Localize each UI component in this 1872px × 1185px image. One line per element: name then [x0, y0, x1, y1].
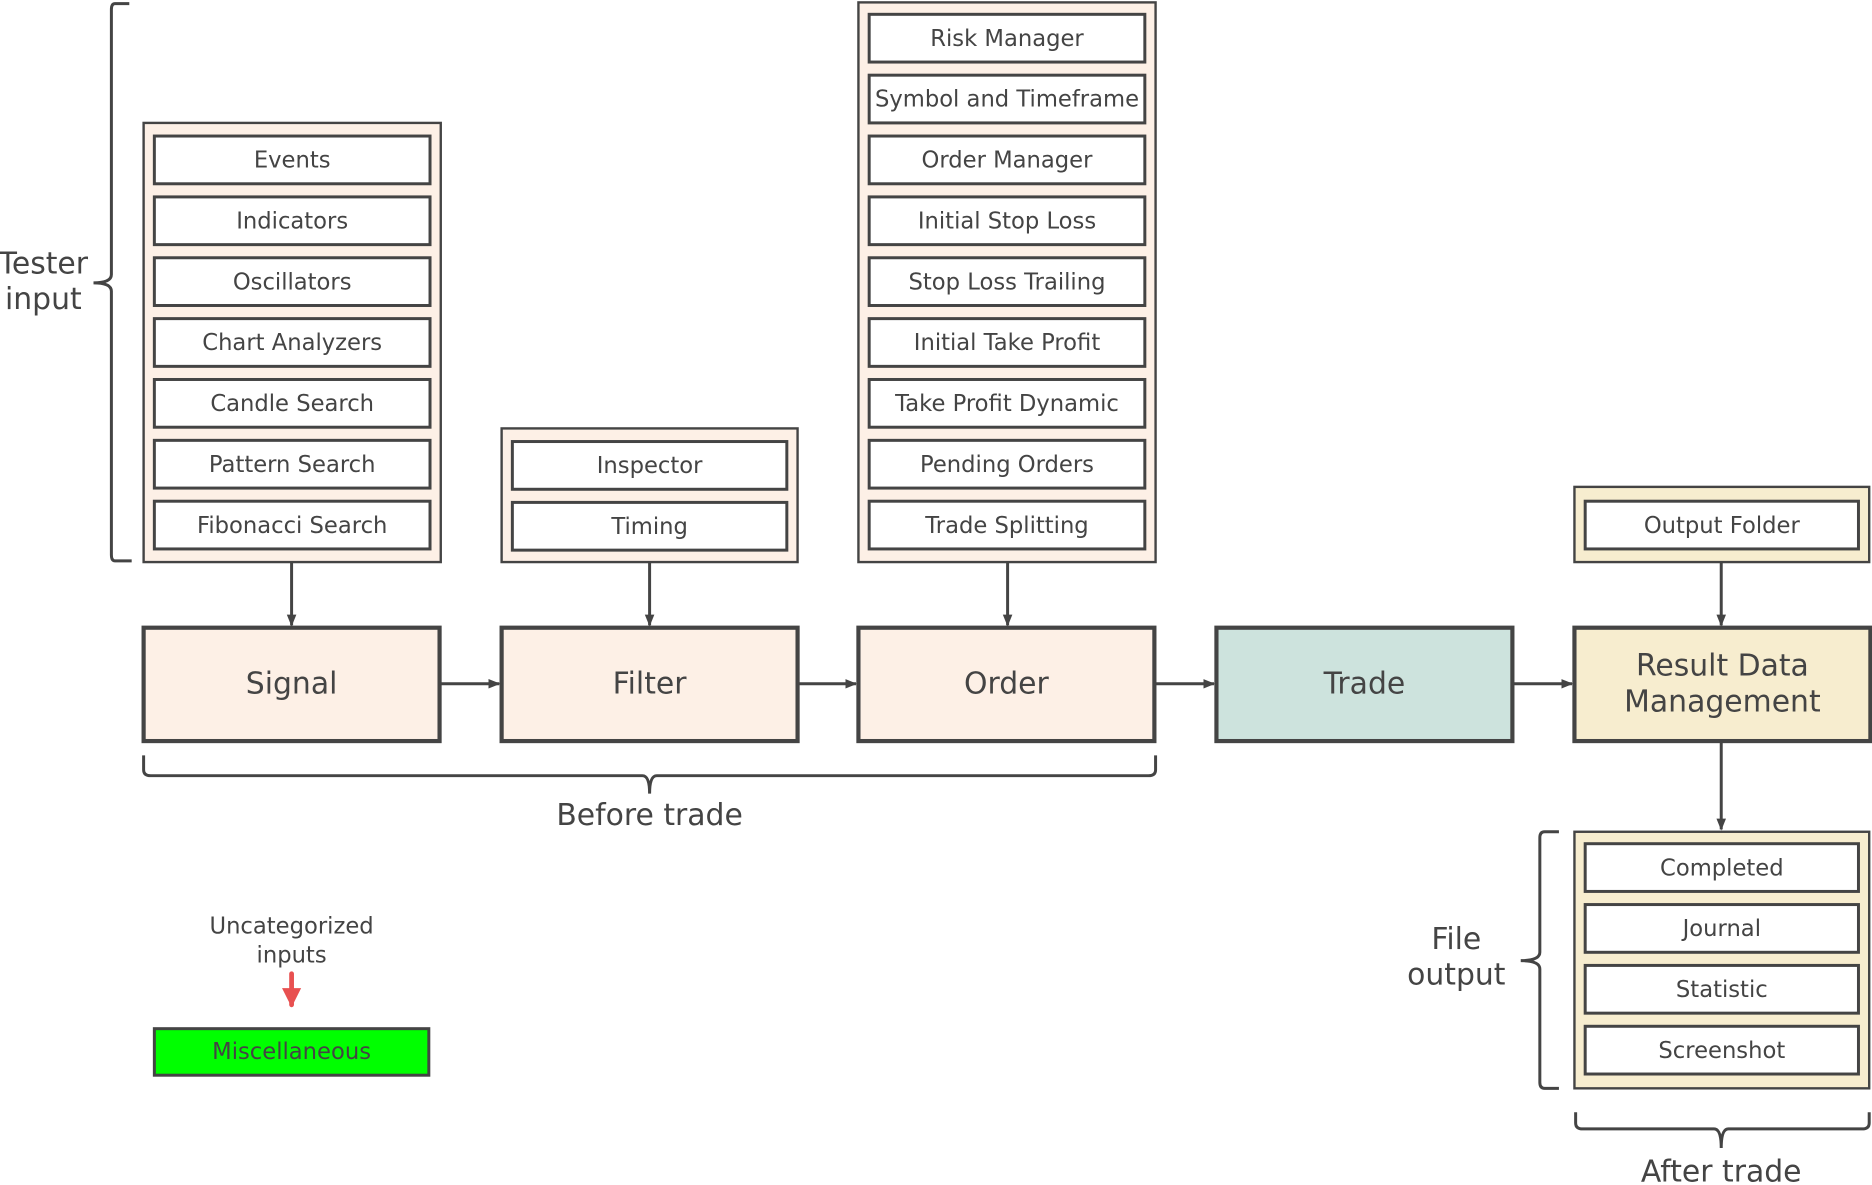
order-inputs-item-label: Take Profit Dynamic: [894, 391, 1119, 417]
order-inputs-item-label: Trade Splitting: [924, 513, 1088, 539]
before-trade-brace: [142, 755, 1158, 794]
signal-inputs-item-label: Indicators: [236, 208, 348, 234]
order-inputs-item-label: Stop Loss Trailing: [909, 269, 1106, 295]
before-trade-label: Before trade: [556, 798, 743, 833]
file-output-brace: [1520, 830, 1559, 1090]
order-inputs-item-label: Risk Manager: [930, 26, 1084, 52]
result-data-management-stage-label: Result Data: [1636, 649, 1809, 684]
order-inputs-item-label: Pending Orders: [920, 452, 1094, 478]
result-data-management-stage-label: Management: [1624, 684, 1821, 719]
signal-stage-label: Signal: [246, 666, 338, 701]
signal-inputs-item-label: Chart Analyzers: [202, 330, 382, 356]
filter-inputs-item-label: Inspector: [597, 453, 703, 479]
after-trade-label: After trade: [1641, 1155, 1802, 1185]
order-inputs-item-label: Order Manager: [922, 148, 1094, 174]
trade-stage-label: Trade: [1323, 666, 1406, 701]
miscellaneous-label: Miscellaneous: [212, 1039, 371, 1065]
tester-input-label-2: input: [5, 282, 82, 317]
file-outputs-item-label: Statistic: [1676, 977, 1768, 1003]
order-inputs-item-label: Initial Take Profit: [914, 330, 1101, 356]
signal-inputs-item-label: Fibonacci Search: [197, 513, 387, 539]
order-stage-label: Order: [964, 666, 1050, 701]
file-outputs-item-label: Screenshot: [1658, 1038, 1785, 1064]
order-inputs-item-label: Initial Stop Loss: [918, 208, 1096, 234]
uncategorized-label-2: inputs: [257, 942, 327, 968]
file-output-label-2: output: [1407, 958, 1505, 993]
file-output-label: File: [1431, 922, 1481, 957]
file-outputs-item-label: Completed: [1660, 855, 1784, 881]
order-inputs-item-label: Symbol and Timeframe: [875, 87, 1139, 113]
flow-diagram: Tester input Events Indicators Oscillators…: [0, 1, 1872, 1185]
signal-inputs-item-label: Events: [254, 148, 331, 174]
signal-inputs-item-label: Candle Search: [210, 391, 374, 417]
result-inputs-item-label: Output Folder: [1644, 513, 1801, 539]
uncategorized-label: Uncategorized: [210, 914, 374, 940]
tester-input-label: Tester: [0, 246, 89, 281]
tester-input-brace: [93, 2, 132, 563]
signal-inputs-item-label: Pattern Search: [209, 452, 376, 478]
after-trade-brace: [1574, 1112, 1871, 1149]
file-outputs-item-label: Journal: [1681, 916, 1761, 942]
signal-inputs-item-label: Oscillators: [233, 269, 352, 295]
filter-inputs-item-label: Timing: [610, 514, 688, 540]
filter-stage-label: Filter: [613, 666, 688, 701]
